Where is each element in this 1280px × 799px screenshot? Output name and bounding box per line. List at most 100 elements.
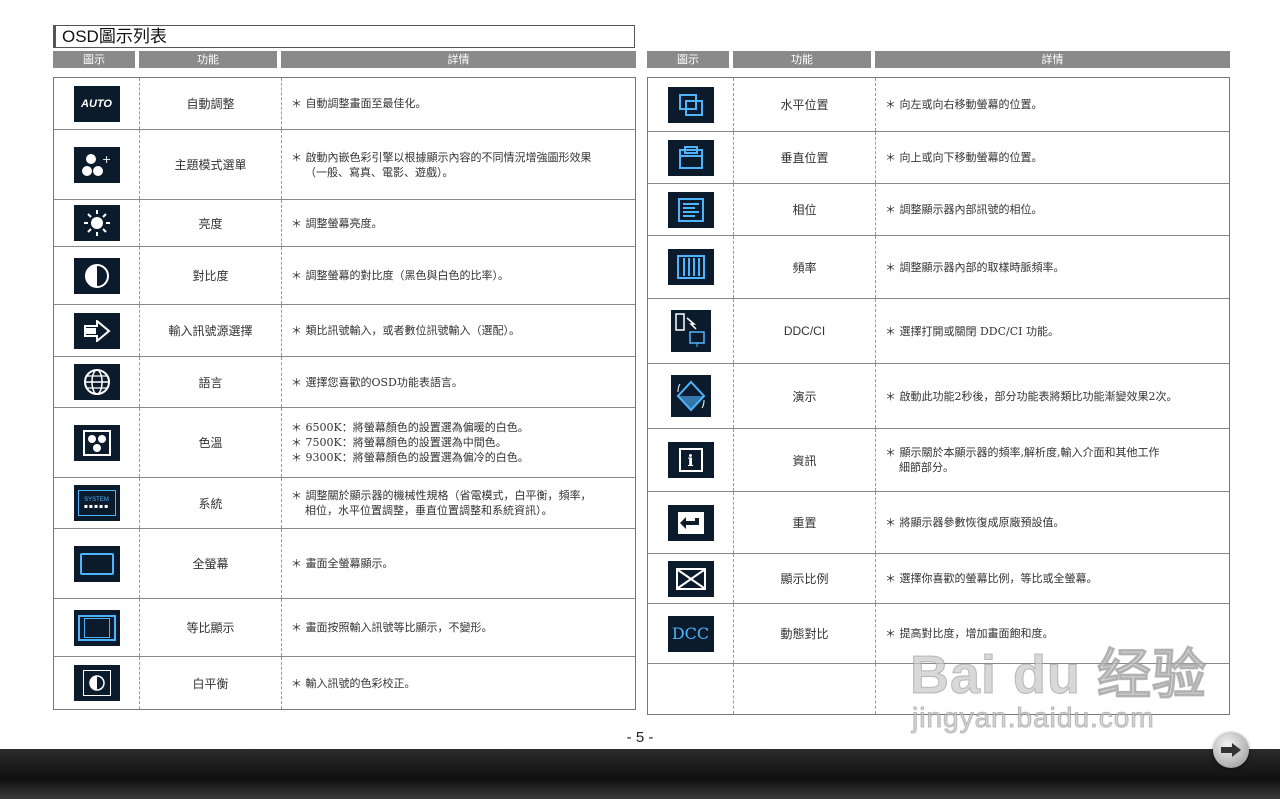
function-label: 重置 <box>734 492 876 553</box>
table-row: SYSTEM ▪▪▪▪▪ 系統 ＊ 調整關於顯示器的機械性規格（省電模式，白平衡… <box>54 478 635 529</box>
function-label: 等比顯示 <box>140 599 282 656</box>
table-row: 全螢幕 ＊ 畫面全螢幕顯示。 <box>54 529 635 599</box>
frequency-icon <box>667 249 714 285</box>
demo-icon <box>670 375 711 417</box>
details-text: ＊ 調整關於顯示器的機械性規格（省電模式，白平衡，頻率， 相位，水平位置調整，垂直… <box>291 489 592 517</box>
theme-mode-icon: + <box>73 146 120 183</box>
table-row: 語言 ＊ 選擇您喜歡的OSD功能表語言。 <box>54 357 635 408</box>
details-text: ＊ 畫面全螢幕顯示。 <box>291 557 394 570</box>
full-screen-icon <box>73 545 120 582</box>
function-label: 相位 <box>734 184 876 235</box>
arrow-right-icon <box>1221 743 1241 757</box>
table-row: 色溫 ＊ 6500K：將螢幕顏色的設置選為偏暖的白色。＊ 7500K：將螢幕顏色… <box>54 408 635 478</box>
page-title: OSD圖示列表 <box>53 25 635 48</box>
function-label: DDC/CI <box>734 299 876 363</box>
info-icon: i <box>667 442 714 478</box>
reset-icon <box>667 504 714 541</box>
next-page-button[interactable] <box>1213 732 1249 768</box>
table-row: 顯示比例 ＊ 選擇你喜歡的螢幕比例，等比或全螢幕。 <box>648 554 1229 604</box>
function-label: 資訊 <box>734 429 876 491</box>
function-label: 全螢幕 <box>140 529 282 598</box>
table-row: 演示 ＊ 啟動此功能2秒後，部分功能表將類比功能漸變效果2次。 <box>648 364 1229 429</box>
table-row: 對比度 ＊ 調整螢幕的對比度（黑色與白色的比率）。 <box>54 247 635 305</box>
function-label: 系統 <box>140 478 282 528</box>
function-label: 對比度 <box>140 247 282 304</box>
header-function-col: 功能 <box>139 51 277 68</box>
details-text: ＊ 選擇您喜歡的OSD功能表語言。 <box>291 375 463 389</box>
function-label: 自動調整 <box>140 78 282 129</box>
table-row: 水平位置 ＊ 向左或向右移動螢幕的位置。 <box>648 78 1229 132</box>
h-position-icon <box>667 86 714 123</box>
left-panel: 圖示 功能 詳情 AUTO 自動調整 ＊ 自動調整畫面至最佳化。 + 主題模式選… <box>53 51 636 710</box>
details-text: ＊ 向上或向下移動螢幕的位置。 <box>885 151 1043 164</box>
page-number: - 5 - <box>626 729 654 746</box>
details-text: ＊ 調整顯示器內部訊號的相位。 <box>885 203 1043 216</box>
details-text: ＊ 將顯示器參數恢復成原廠預設值。 <box>885 516 1065 529</box>
table-row: 白平衡 ＊ 輸入訊號的色彩校正。 <box>54 657 635 709</box>
details-text: ＊ 輸入訊號的色彩校正。 <box>291 676 416 690</box>
dcc-icon: DCC <box>667 615 714 652</box>
details-text: ＊ 提高對比度，增加畫面飽和度。 <box>885 627 1054 640</box>
svg-text:+: + <box>102 153 111 166</box>
color-temp-icon <box>73 424 120 461</box>
ddc-ci-icon <box>670 310 711 352</box>
function-label <box>734 664 876 714</box>
table-row: + 主題模式選單 ＊ 啟動內嵌色彩引擎以根據顯示內容的不同情況增強圖形效果 （一般… <box>54 130 635 200</box>
details-text: ＊ 畫面按照輸入訊號等比顯示，不變形。 <box>291 621 493 634</box>
left-table-header: 圖示 功能 詳情 <box>53 51 636 68</box>
table-row <box>648 664 1229 714</box>
header-icon-col: 圖示 <box>647 51 729 68</box>
header-function-col: 功能 <box>733 51 871 68</box>
table-row: AUTO 自動調整 ＊ 自動調整畫面至最佳化。 <box>54 78 635 130</box>
function-label: 垂直位置 <box>734 132 876 183</box>
details-text: ＊ 類比訊號輸入，或者數位訊號輸入（選配）。 <box>291 324 520 337</box>
table-row: DDC/CI ＊ 選擇打開或關閉 DDC/CI 功能。 <box>648 299 1229 364</box>
footer-bar <box>0 749 1280 799</box>
language-icon <box>73 364 120 400</box>
header-details-col: 詳情 <box>281 51 636 68</box>
auto-icon: AUTO <box>73 85 120 122</box>
table-row: 頻率 ＊ 調整顯示器內部的取樣時脈頻率。 <box>648 236 1229 299</box>
brightness-icon <box>73 205 120 241</box>
table-row: 輸入訊號源選擇 ＊ 類比訊號輸入，或者數位訊號輸入（選配）。 <box>54 305 635 357</box>
table-row: 亮度 ＊ 調整螢幕亮度。 <box>54 200 635 247</box>
table-row: DCC 動態對比 ＊ 提高對比度，增加畫面飽和度。 <box>648 604 1229 664</box>
right-table: 水平位置 ＊ 向左或向右移動螢幕的位置。 垂直位置 ＊ 向上或向下移動螢幕的位置… <box>647 77 1230 715</box>
system-icon: SYSTEM ▪▪▪▪▪ <box>73 485 120 521</box>
table-row: i 資訊 ＊ 顯示關於本顯示器的頻率,解析度,輸入介面和其他工作 細節部分。 <box>648 429 1229 492</box>
function-label: 亮度 <box>140 200 282 246</box>
function-label: 語言 <box>140 357 282 407</box>
right-panel: 圖示 功能 詳情 水平位置 ＊ 向左或向右移動螢幕的位置。 垂直位置 ＊ 向上或… <box>647 51 1230 715</box>
details-text: ＊ 選擇你喜歡的螢幕比例，等比或全螢幕。 <box>885 572 1098 585</box>
white-balance-icon <box>73 665 120 701</box>
table-row: 重置 ＊ 將顯示器參數恢復成原廠預設值。 <box>648 492 1229 554</box>
details-text: ＊ 調整螢幕的對比度（黑色與白色的比率）。 <box>291 269 509 282</box>
table-row: 垂直位置 ＊ 向上或向下移動螢幕的位置。 <box>648 132 1229 184</box>
input-source-icon <box>73 312 120 349</box>
function-label: 輸入訊號源選擇 <box>140 305 282 356</box>
function-label: 演示 <box>734 364 876 428</box>
details-text: ＊ 啟動內嵌色彩引擎以根據顯示內容的不同情況增強圖形效果 （一般、寫真、電影、遊戲… <box>291 150 592 179</box>
function-label: 動態對比 <box>734 604 876 663</box>
phase-icon <box>667 191 714 228</box>
header-icon-col: 圖示 <box>53 51 135 68</box>
function-label: 水平位置 <box>734 78 876 131</box>
header-details-col: 詳情 <box>875 51 1230 68</box>
contrast-icon <box>73 257 120 294</box>
aspect-display-icon <box>73 609 120 646</box>
left-table: AUTO 自動調整 ＊ 自動調整畫面至最佳化。 + 主題模式選單 ＊ 啟動內嵌色… <box>53 77 636 710</box>
function-label: 頻率 <box>734 236 876 298</box>
v-position-icon <box>667 139 714 176</box>
table-row: 相位 ＊ 調整顯示器內部訊號的相位。 <box>648 184 1229 236</box>
table-row: 等比顯示 ＊ 畫面按照輸入訊號等比顯示，不變形。 <box>54 599 635 657</box>
details-text: ＊ 顯示關於本顯示器的頻率,解析度,輸入介面和其他工作 細節部分。 <box>885 446 1160 474</box>
function-label: 主題模式選單 <box>140 130 282 199</box>
details-text: ＊ 啟動此功能2秒後，部分功能表將類比功能漸變效果2次。 <box>885 389 1178 403</box>
details-text: ＊ 6500K：將螢幕顏色的設置選為偏暖的白色。＊ 7500K：將螢幕顏色的設置… <box>291 421 529 464</box>
right-table-header: 圖示 功能 詳情 <box>647 51 1230 68</box>
details-text: ＊ 調整顯示器內部的取樣時脈頻率。 <box>885 260 1065 274</box>
details-text: ＊ 調整螢幕亮度。 <box>291 216 383 230</box>
function-label: 白平衡 <box>140 657 282 709</box>
details-text <box>876 664 1229 714</box>
details-text: ＊ 選擇打開或關閉 DDC/CI 功能。 <box>885 324 1060 338</box>
